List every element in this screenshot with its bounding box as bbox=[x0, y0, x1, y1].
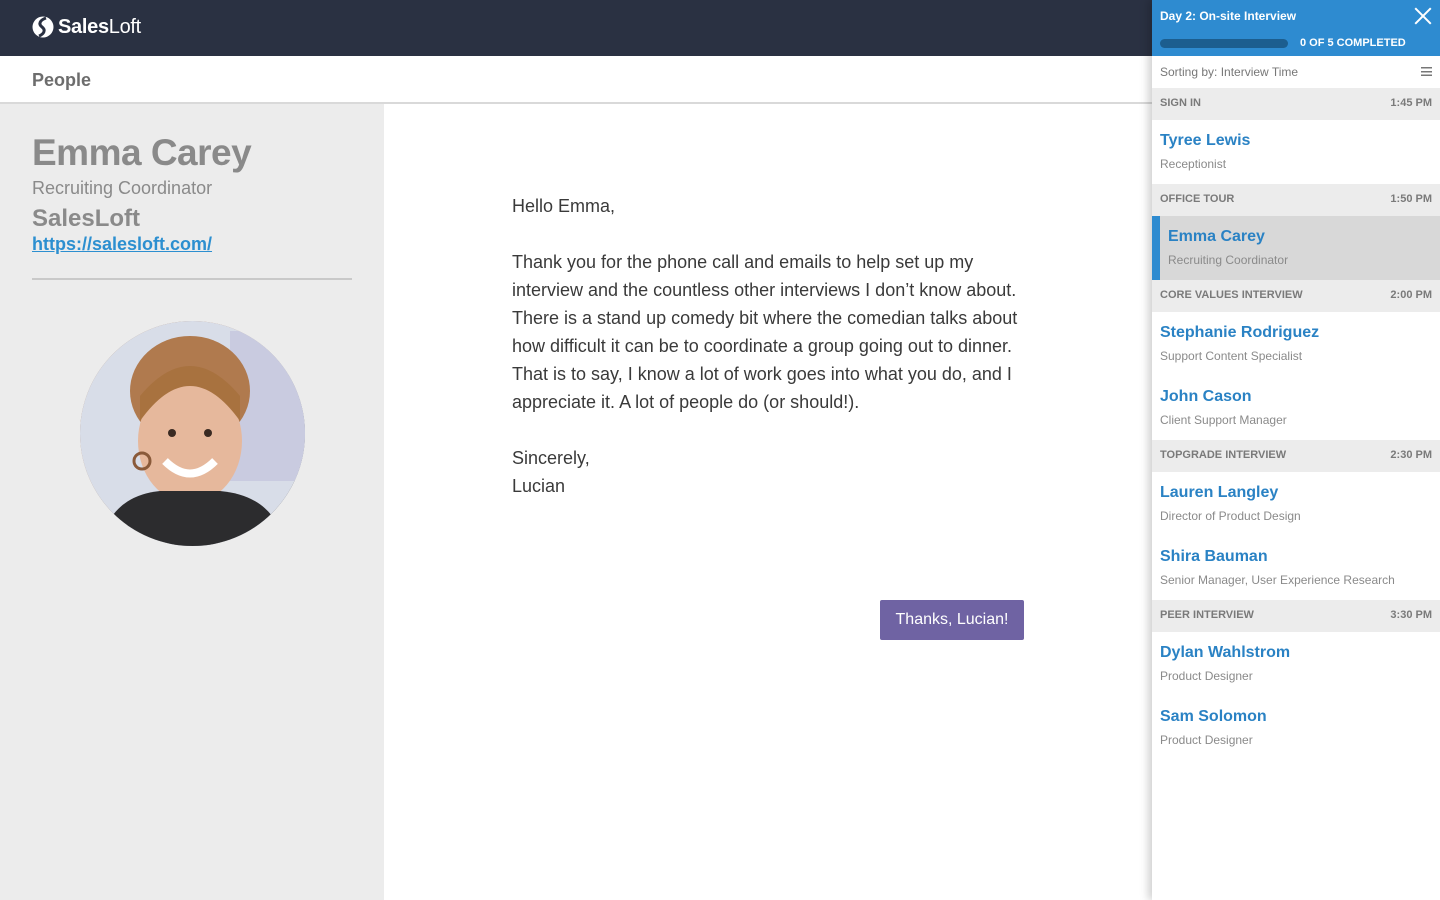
section-time: 2:30 PM bbox=[1390, 449, 1432, 461]
interviewer-role: Product Designer bbox=[1160, 733, 1253, 747]
panel-title: Day 2: On-site Interview bbox=[1160, 9, 1297, 23]
interviewer-name: Tyree Lewis bbox=[1160, 132, 1251, 149]
interviewer-role: Director of Product Design bbox=[1160, 509, 1301, 523]
profile-avatar bbox=[80, 321, 305, 546]
interviewer-list-item[interactable]: Tyree Lewis Receptionist bbox=[1152, 120, 1440, 184]
interviewer-name: Dylan Wahlstrom bbox=[1160, 644, 1291, 661]
thanks-button[interactable]: Thanks, Lucian! bbox=[880, 600, 1024, 640]
profile-name: Emma Carey bbox=[32, 132, 252, 173]
schedule-section-header: Core Values Interview 2:00 PM bbox=[1152, 280, 1440, 312]
interviewer-list-item[interactable]: Dylan Wahlstrom Product Designer bbox=[1152, 632, 1440, 696]
interviewer-role: Product Designer bbox=[1160, 669, 1253, 683]
interviewer-list-item[interactable]: John Cason Client Support Manager bbox=[1152, 376, 1440, 440]
interviewer-name: Shira Bauman bbox=[1160, 548, 1268, 565]
interviewer-name: Emma Carey bbox=[1168, 228, 1265, 245]
top-bar: SalesLoft bbox=[0, 0, 1152, 56]
salesloft-logo-icon bbox=[32, 15, 54, 39]
section-label: Topgrade Interview bbox=[1160, 449, 1287, 461]
section-time: 3:30 PM bbox=[1390, 609, 1432, 621]
section-time: 2:00 PM bbox=[1390, 289, 1432, 301]
interviewer-name: Lauren Langley bbox=[1160, 484, 1279, 501]
interviewer-name: John Cason bbox=[1160, 388, 1252, 405]
brand-name: SalesLoft bbox=[58, 15, 141, 38]
profile-job-title: Recruiting Coordinator bbox=[32, 178, 213, 198]
thank-you-letter: Hello Emma, Thank you for the phone call… bbox=[512, 192, 1032, 500]
schedule-list: Sign In 1:45 PM Tyree Lewis Receptionist Off… bbox=[1152, 88, 1440, 760]
schedule-section-header: Peer Interview 3:30 PM bbox=[1152, 600, 1440, 632]
section-label: Peer Interview bbox=[1160, 609, 1254, 621]
hamburger-menu-icon[interactable] bbox=[1421, 67, 1432, 76]
schedule-section-header: Topgrade Interview 2:30 PM bbox=[1152, 440, 1440, 472]
section-label: Office Tour bbox=[1160, 193, 1235, 205]
interviewer-list-item[interactable]: Emma Carey Recruiting Coordinator bbox=[1152, 216, 1440, 280]
letter-body: Thank you for the phone call and emails … bbox=[512, 252, 1018, 412]
close-icon[interactable] bbox=[1412, 5, 1434, 27]
section-time: 1:45 PM bbox=[1390, 97, 1432, 109]
sort-label: Sorting by: Interview Time bbox=[1160, 65, 1299, 79]
salesloft-logo[interactable]: SalesLoft bbox=[32, 15, 141, 39]
page-title: People bbox=[32, 70, 92, 90]
letter-signature: Lucian bbox=[512, 476, 566, 496]
profile-card: Emma Carey Recruiting Coordinator SalesL… bbox=[0, 104, 384, 900]
interviewer-role: Senior Manager, User Experience Research bbox=[1160, 573, 1395, 587]
interviewer-role: Receptionist bbox=[1160, 157, 1227, 171]
interviewer-list-item[interactable]: Lauren Langley Director of Product Design bbox=[1152, 472, 1440, 536]
interviewer-role: Recruiting Coordinator bbox=[1168, 253, 1289, 267]
letter-greeting: Hello Emma, bbox=[512, 196, 616, 216]
sort-bar: Sorting by: Interview Time bbox=[1152, 56, 1440, 88]
progress-bar bbox=[1160, 39, 1288, 48]
interviewer-name: Stephanie Rodriguez bbox=[1160, 324, 1320, 341]
panel-header: Day 2: On-site Interview 0 OF 5 COMPLETE… bbox=[1152, 0, 1440, 56]
interviewer-name: Sam Solomon bbox=[1160, 708, 1267, 725]
schedule-section-header: Sign In 1:45 PM bbox=[1152, 88, 1440, 120]
interviewer-list-item[interactable]: Stephanie Rodriguez Support Content Speci… bbox=[1152, 312, 1440, 376]
sub-header: People bbox=[0, 56, 1152, 104]
progress-text: 0 OF 5 COMPLETED bbox=[1300, 37, 1406, 49]
section-label: Sign In bbox=[1160, 97, 1201, 109]
profile-divider bbox=[32, 278, 352, 280]
letter-closing: Sincerely, bbox=[512, 448, 590, 468]
interviewer-list-item[interactable]: Sam Solomon Product Designer bbox=[1152, 696, 1440, 760]
section-label: Core Values Interview bbox=[1160, 289, 1303, 301]
interviewer-role: Support Content Specialist bbox=[1160, 349, 1303, 363]
profile-website-link[interactable]: https://salesloft.com/ bbox=[32, 234, 212, 255]
section-time: 1:50 PM bbox=[1390, 193, 1432, 205]
profile-company: SalesLoft bbox=[32, 205, 141, 232]
schedule-section-header: Office Tour 1:50 PM bbox=[1152, 184, 1440, 216]
interviewer-role: Client Support Manager bbox=[1160, 413, 1287, 427]
interview-schedule-panel: Day 2: On-site Interview 0 OF 5 COMPLETE… bbox=[1152, 0, 1440, 900]
interviewer-list-item[interactable]: Shira Bauman Senior Manager, User Experie… bbox=[1152, 536, 1440, 600]
